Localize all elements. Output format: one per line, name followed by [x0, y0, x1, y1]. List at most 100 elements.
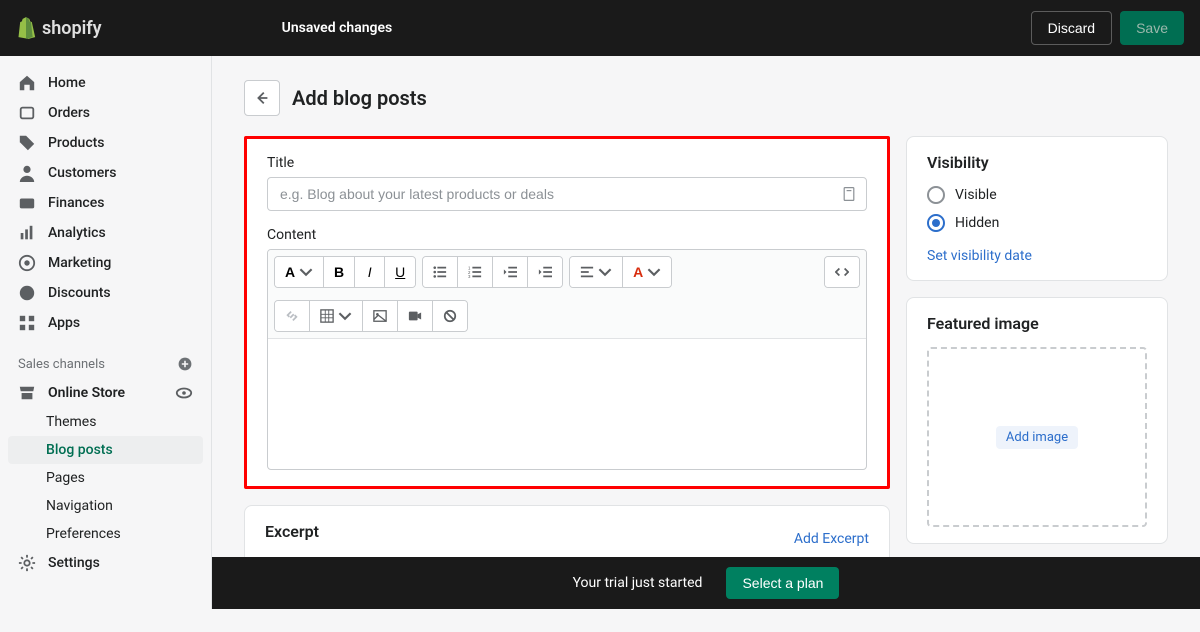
sub-item-blog-posts[interactable]: Blog posts [8, 436, 203, 464]
sidebar-item-orders[interactable]: Orders [8, 98, 203, 128]
sidebar-item-label: Apps [48, 315, 80, 331]
link-button[interactable] [275, 301, 310, 331]
plus-circle-icon[interactable] [177, 356, 193, 372]
html-button[interactable] [825, 257, 859, 287]
sidebar-item-discounts[interactable]: Discounts [8, 278, 203, 308]
align-button[interactable] [570, 257, 623, 287]
home-icon [18, 74, 36, 92]
arrow-left-icon [253, 89, 271, 107]
trial-message: Your trial just started [573, 575, 703, 591]
radio-icon [927, 186, 945, 204]
sidebar-item-finances[interactable]: Finances [8, 188, 203, 218]
target-icon [18, 254, 36, 272]
select-plan-button[interactable]: Select a plan [726, 567, 839, 599]
discard-button[interactable]: Discard [1031, 11, 1112, 45]
chevron-down-icon [598, 265, 612, 279]
sub-item-preferences[interactable]: Preferences [8, 520, 203, 548]
sidebar-item-customers[interactable]: Customers [8, 158, 203, 188]
page-title: Add blog posts [292, 86, 427, 110]
gear-icon [18, 554, 36, 572]
indent-button[interactable] [528, 257, 562, 287]
eye-icon[interactable] [175, 384, 193, 402]
sidebar-item-label: Discounts [48, 285, 111, 301]
featured-image-card: Featured image Add image [906, 297, 1168, 544]
orders-icon [18, 104, 36, 122]
textfield-icon [841, 186, 857, 202]
sidebar-item-label: Finances [48, 195, 104, 211]
sidebar-item-products[interactable]: Products [8, 128, 203, 158]
align-icon [580, 265, 594, 279]
logo-text: shopify [42, 18, 102, 39]
radio-label: Visible [955, 187, 997, 203]
main-content: Add blog posts Title Content [212, 56, 1200, 609]
set-visibility-date-link[interactable]: Set visibility date [927, 248, 1032, 264]
editor-textarea[interactable] [268, 339, 866, 469]
image-drop-zone[interactable]: Add image [927, 347, 1147, 527]
number-list-icon: 123 [468, 265, 482, 279]
sub-item-themes[interactable]: Themes [8, 408, 203, 436]
chevron-down-icon [299, 265, 313, 279]
video-button[interactable] [398, 301, 433, 331]
title-input[interactable] [267, 177, 867, 211]
sidebar-item-label: Orders [48, 105, 90, 121]
add-excerpt-link[interactable]: Add Excerpt [794, 531, 869, 547]
trial-footer: Your trial just started Select a plan [212, 557, 1200, 609]
indent-icon [538, 265, 552, 279]
sidebar-item-label: Marketing [48, 255, 111, 271]
clear-icon [443, 309, 457, 323]
discount-icon [18, 284, 36, 302]
outdent-button[interactable] [493, 257, 528, 287]
visibility-heading: Visibility [927, 153, 1147, 172]
italic-button[interactable]: I [355, 257, 385, 287]
title-label: Title [267, 155, 867, 171]
number-list-button[interactable]: 123 [458, 257, 493, 287]
underline-button[interactable]: U [385, 257, 415, 287]
table-icon [320, 309, 334, 323]
image-button[interactable] [363, 301, 398, 331]
outdent-icon [503, 265, 517, 279]
visibility-card: Visibility Visible Hidden Set visibility… [906, 136, 1168, 281]
sidebar-item-online-store[interactable]: Online Store [8, 378, 203, 408]
featured-image-heading: Featured image [927, 314, 1147, 333]
text-color-button[interactable]: A [623, 257, 671, 287]
analytics-icon [18, 224, 36, 242]
shopify-logo[interactable]: shopify [16, 17, 102, 39]
add-image-button[interactable]: Add image [996, 426, 1078, 449]
bag-icon [16, 17, 36, 39]
sidebar-item-label: Customers [48, 165, 116, 181]
sidebar-item-label: Products [48, 135, 105, 151]
link-icon [285, 309, 299, 323]
sidebar-item-home[interactable]: Home [8, 68, 203, 98]
sidebar-item-label: Home [48, 75, 86, 91]
excerpt-heading: Excerpt [265, 522, 319, 541]
topbar: shopify Unsaved changes Discard Save [0, 0, 1200, 56]
radio-visible[interactable]: Visible [927, 186, 1147, 204]
sidebar-item-marketing[interactable]: Marketing [8, 248, 203, 278]
save-button[interactable]: Save [1120, 11, 1184, 45]
wallet-icon [18, 194, 36, 212]
format-button[interactable]: A [275, 257, 324, 287]
chevron-down-icon [647, 265, 661, 279]
chevron-down-icon [338, 309, 352, 323]
sidebar-item-apps[interactable]: Apps [8, 308, 203, 338]
sidebar: Home Orders Products Customers Finances … [0, 56, 212, 609]
table-button[interactable] [310, 301, 363, 331]
content-label: Content [267, 227, 867, 243]
svg-text:3: 3 [468, 274, 471, 279]
bullet-list-button[interactable] [423, 257, 458, 287]
video-icon [408, 309, 422, 323]
sidebar-item-settings[interactable]: Settings [8, 548, 203, 578]
sidebar-item-analytics[interactable]: Analytics [8, 218, 203, 248]
rich-text-editor: A B I U 123 [267, 249, 867, 470]
radio-hidden[interactable]: Hidden [927, 214, 1147, 232]
sidebar-item-label: Analytics [48, 225, 106, 241]
title-content-card: Title Content A B I [244, 136, 890, 489]
store-icon [18, 384, 36, 402]
bold-button[interactable]: B [324, 257, 355, 287]
sub-item-pages[interactable]: Pages [8, 464, 203, 492]
clear-format-button[interactable] [433, 301, 467, 331]
sales-channels-header: Sales channels [8, 338, 203, 378]
back-button[interactable] [244, 80, 280, 116]
sub-item-navigation[interactable]: Navigation [8, 492, 203, 520]
bullet-list-icon [433, 265, 447, 279]
